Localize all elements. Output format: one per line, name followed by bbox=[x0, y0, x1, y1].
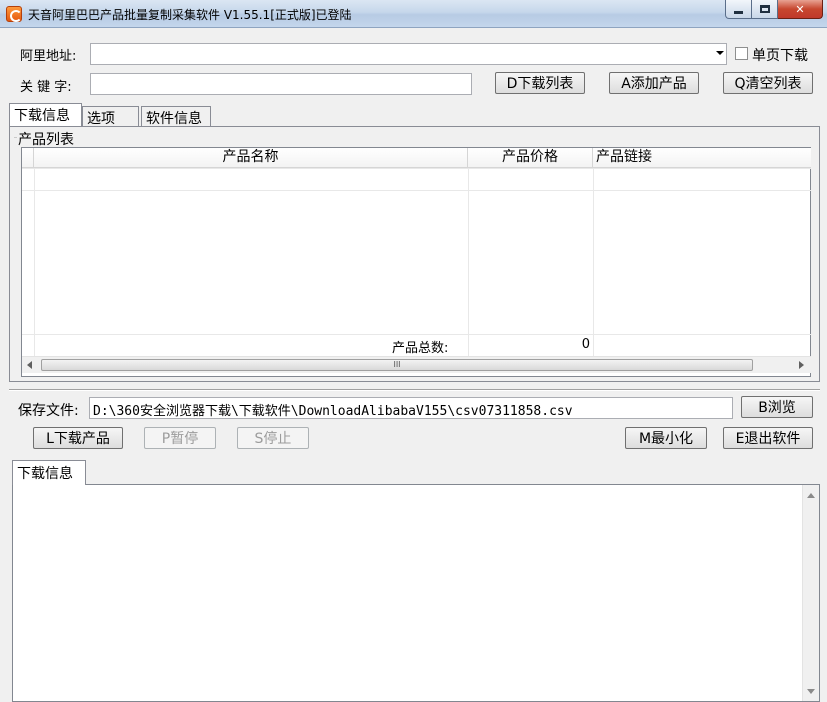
stop-button[interactable]: S停止 bbox=[237, 427, 309, 449]
grid-line bbox=[22, 334, 811, 335]
product-total-value: 0 bbox=[581, 337, 590, 352]
keyword-input[interactable] bbox=[90, 73, 472, 95]
maximize-icon bbox=[759, 5, 770, 13]
save-file-label: 保存文件: bbox=[18, 403, 79, 419]
browse-button[interactable]: B浏览 bbox=[741, 396, 813, 418]
keyword-label: 关 键 字: bbox=[20, 80, 72, 95]
scroll-left-icon[interactable] bbox=[27, 361, 32, 369]
separator bbox=[9, 389, 820, 391]
tab-software-info[interactable]: 软件信息 bbox=[141, 106, 211, 127]
grid-line bbox=[34, 168, 35, 356]
product-total-label: 产品总数: bbox=[392, 341, 449, 356]
product-list-view[interactable]: 产品名称 产品价格 产品链接 产品总数: 0 III bbox=[21, 147, 811, 377]
column-header-price[interactable]: 产品价格 bbox=[468, 148, 593, 168]
download-info-panel: 产品列表 产品名称 产品价格 产品链接 产品总数: 0 III bbox=[9, 126, 820, 382]
add-product-button[interactable]: A添加产品 bbox=[609, 72, 699, 94]
scroll-up-icon[interactable] bbox=[807, 493, 815, 498]
caption-buttons: ✕ bbox=[725, 0, 823, 20]
title-bar[interactable]: 天音阿里巴巴产品批量复制采集软件 V1.55.1[正式版]已登陆 ✕ bbox=[0, 0, 827, 28]
column-header-link[interactable]: 产品链接 bbox=[593, 148, 811, 168]
minimize-icon bbox=[734, 11, 743, 14]
close-icon: ✕ bbox=[795, 2, 805, 16]
single-page-label[interactable]: 单页下载 bbox=[752, 45, 808, 65]
pause-button[interactable]: P暂停 bbox=[144, 427, 216, 449]
chevron-down-icon[interactable] bbox=[716, 51, 724, 55]
download-products-button[interactable]: L下载产品 bbox=[33, 427, 123, 449]
maximize-window-button[interactable] bbox=[752, 0, 778, 19]
group-border bbox=[14, 137, 17, 138]
column-header-name[interactable]: 产品名称 bbox=[34, 148, 468, 168]
download-list-button[interactable]: D下载列表 bbox=[495, 72, 585, 94]
scrollbar-thumb[interactable]: III bbox=[41, 359, 753, 371]
minimize-window-button[interactable] bbox=[725, 0, 752, 19]
tab-options[interactable]: 选项 bbox=[82, 106, 139, 127]
minimize-button[interactable]: M最小化 bbox=[625, 427, 707, 449]
list-horizontal-scrollbar[interactable]: III bbox=[22, 356, 811, 373]
tab-log-download-info[interactable]: 下载信息 bbox=[12, 460, 86, 485]
app-logo-icon[interactable] bbox=[6, 6, 22, 22]
window-title: 天音阿里巴巴产品批量复制采集软件 V1.55.1[正式版]已登陆 bbox=[28, 8, 352, 22]
log-textarea[interactable] bbox=[12, 484, 820, 702]
app-window: 天音阿里巴巴产品批量复制采集软件 V1.55.1[正式版]已登陆 ✕ 阿里地址:… bbox=[0, 0, 827, 702]
log-vertical-scrollbar[interactable] bbox=[802, 485, 819, 701]
tab-download-info[interactable]: 下载信息 bbox=[9, 103, 82, 126]
exit-software-button[interactable]: E退出软件 bbox=[723, 427, 813, 449]
grid-line bbox=[593, 168, 594, 356]
clear-list-button[interactable]: Q清空列表 bbox=[723, 72, 813, 94]
single-page-checkbox[interactable] bbox=[735, 47, 748, 60]
scroll-down-icon[interactable] bbox=[807, 689, 815, 694]
save-path-input[interactable]: D:\360安全浏览器下载\下载软件\DownloadAlibabaV155\c… bbox=[89, 397, 733, 419]
scroll-right-icon[interactable] bbox=[799, 361, 804, 369]
url-combobox[interactable] bbox=[90, 43, 727, 65]
close-window-button[interactable]: ✕ bbox=[778, 0, 823, 19]
product-list-group-label: 产品列表 bbox=[18, 132, 74, 148]
url-label: 阿里地址: bbox=[20, 49, 77, 64]
list-header-spacer bbox=[22, 148, 34, 168]
grid-line bbox=[468, 168, 469, 356]
grid-line bbox=[22, 168, 811, 169]
grid-line bbox=[22, 190, 811, 191]
